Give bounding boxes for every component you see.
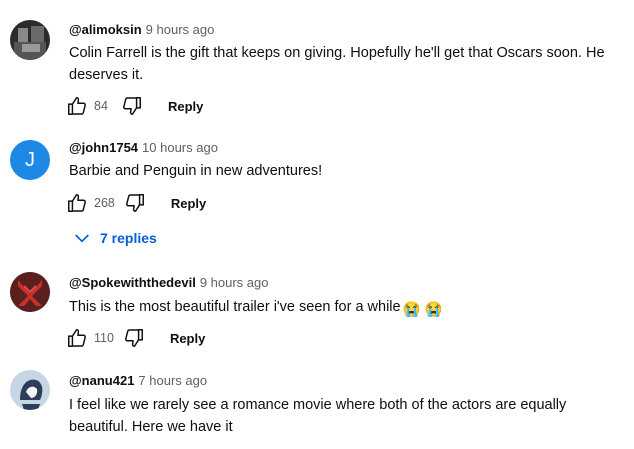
thumbs-down-icon xyxy=(123,97,141,115)
like-count: 268 xyxy=(94,196,115,210)
dislike-button[interactable] xyxy=(120,94,144,118)
dislike-button[interactable] xyxy=(123,191,147,215)
crying-emoji: 😭 😭 xyxy=(402,302,443,318)
avatar-letter: J xyxy=(25,149,35,171)
reply-button[interactable]: Reply xyxy=(171,196,206,211)
avatar[interactable]: J xyxy=(10,140,50,180)
thumbs-down-icon xyxy=(124,329,143,347)
author-name[interactable]: @john1754 xyxy=(69,140,138,155)
reply-button[interactable]: Reply xyxy=(170,331,205,346)
comment-actions: 84 Reply xyxy=(65,94,203,118)
avatar[interactable] xyxy=(10,272,50,312)
like-button[interactable] xyxy=(65,191,89,215)
comment-timestamp[interactable]: 7 hours ago xyxy=(138,373,207,388)
comment-header: @john1754 10 hours ago xyxy=(69,140,218,156)
like-button[interactable] xyxy=(65,94,89,118)
comment-header: @Spokewiththedevil 9 hours ago xyxy=(69,275,268,291)
comment-timestamp[interactable]: 9 hours ago xyxy=(200,275,269,290)
author-name[interactable]: @nanu421 xyxy=(69,373,134,388)
dislike-button[interactable] xyxy=(122,326,146,350)
reply-button[interactable]: Reply xyxy=(168,99,203,114)
thumbs-up-icon xyxy=(68,194,86,212)
thumbs-up-icon xyxy=(68,97,86,115)
thumbs-up-icon xyxy=(68,329,86,347)
avatar[interactable] xyxy=(10,370,50,410)
author-name[interactable]: @Spokewiththedevil xyxy=(69,275,196,290)
comment-timestamp[interactable]: 10 hours ago xyxy=(142,140,218,155)
comment-header: @alimoksin 9 hours ago xyxy=(69,22,214,38)
like-count: 84 xyxy=(94,99,108,113)
comment-text: This is the most beautiful trailer i've … xyxy=(69,296,629,321)
author-name[interactable]: @alimoksin xyxy=(69,22,142,37)
replies-count-label: 7 replies xyxy=(100,230,157,246)
avatar[interactable] xyxy=(10,20,50,60)
comment-text: Barbie and Penguin in new adventures! xyxy=(69,163,323,179)
comment-text: Colin Farrell is the gift that keeps on … xyxy=(69,45,605,83)
comment-timestamp[interactable]: 9 hours ago xyxy=(146,22,215,37)
like-button[interactable] xyxy=(65,326,89,350)
comment-actions: 110 Reply xyxy=(65,326,205,350)
chevron-down-icon xyxy=(75,234,89,243)
comment-text: I feel like we rarely see a romance movi… xyxy=(69,397,567,435)
comment-text-content: This is the most beautiful trailer i've … xyxy=(69,299,401,315)
thumbs-down-icon xyxy=(125,194,144,212)
view-replies-button[interactable]: 7 replies xyxy=(72,228,157,248)
comment-actions: 268 Reply xyxy=(65,191,206,215)
like-count: 110 xyxy=(94,331,114,345)
comment-header: @nanu421 7 hours ago xyxy=(69,373,207,389)
